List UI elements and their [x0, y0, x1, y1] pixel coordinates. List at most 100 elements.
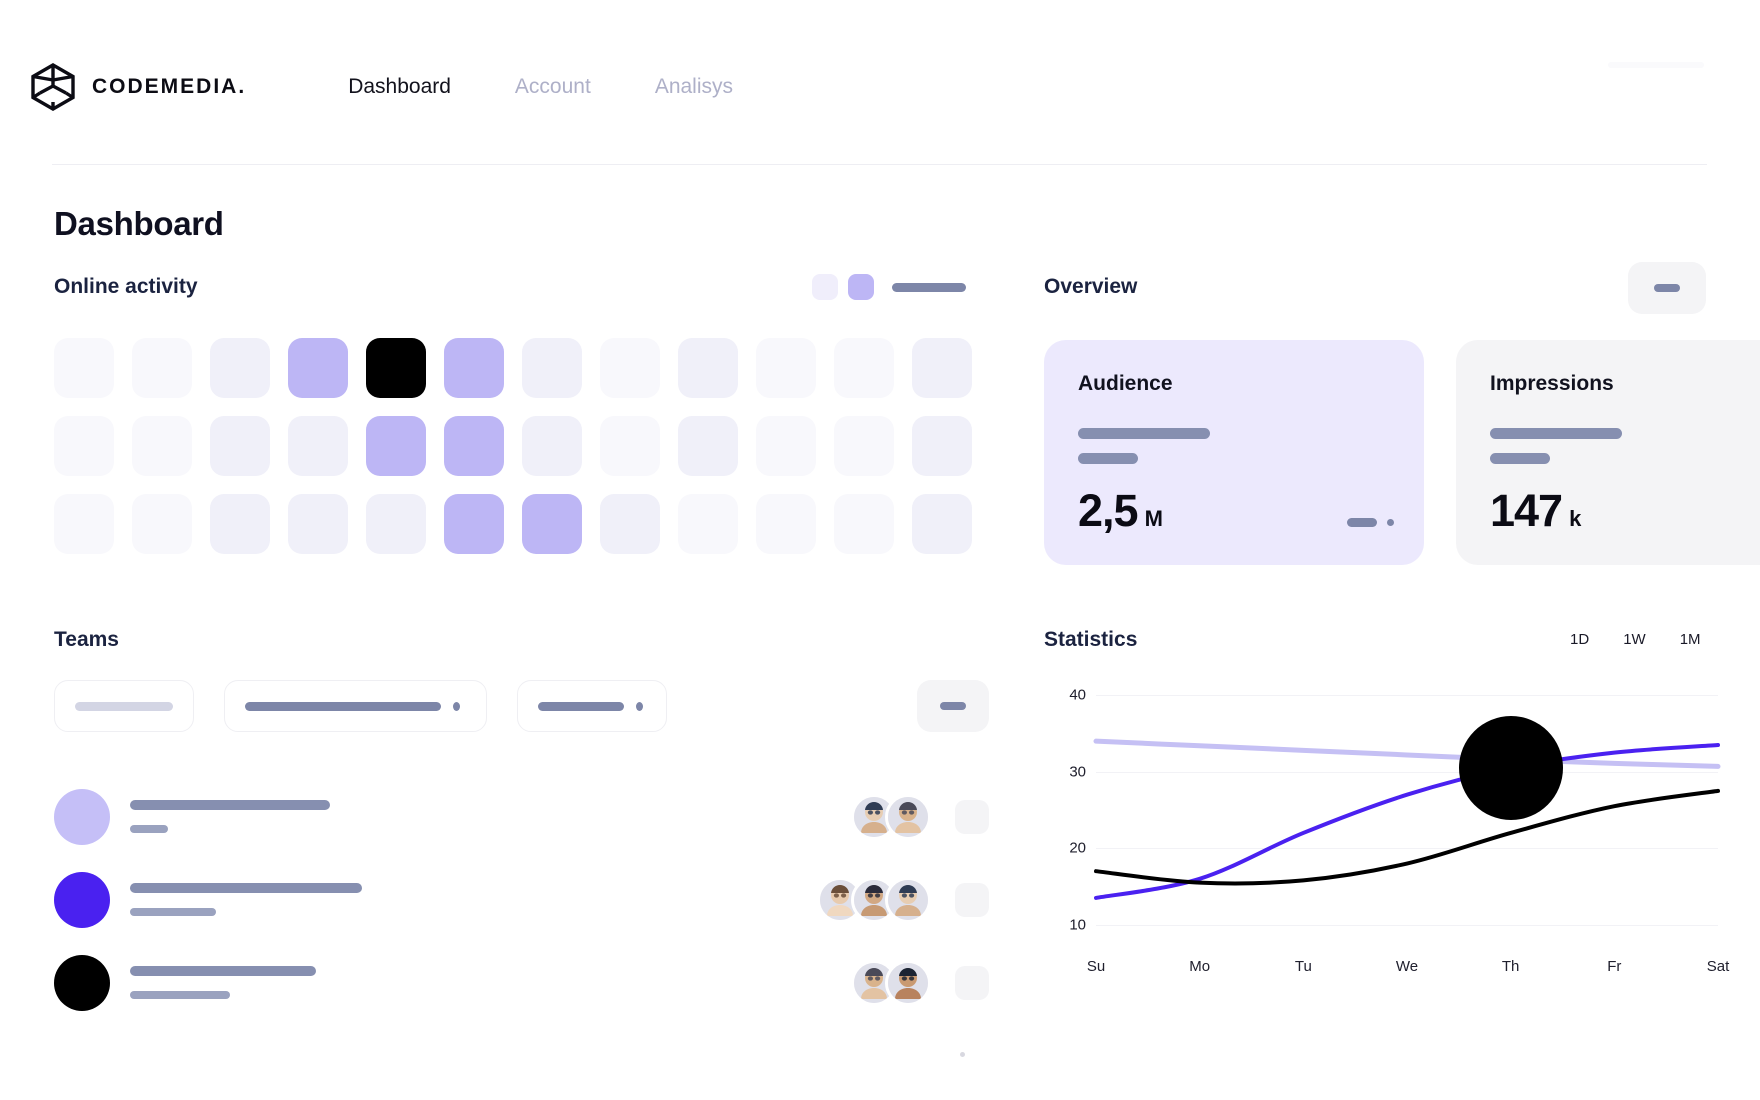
activity-cell[interactable] [522, 338, 582, 398]
activity-cell[interactable] [210, 416, 270, 476]
teams-filter-chips [54, 680, 667, 732]
activity-cell[interactable] [132, 494, 192, 554]
team-row-action[interactable] [955, 800, 989, 834]
activity-cell[interactable] [522, 494, 582, 554]
teams-filter-chip-2[interactable] [224, 680, 487, 732]
range-tab-1m[interactable]: 1M [1680, 631, 1701, 648]
activity-cell[interactable] [444, 494, 504, 554]
activity-cell[interactable] [366, 494, 426, 554]
chart-x-tick-label: Mo [1189, 958, 1210, 975]
team-row[interactable] [54, 941, 989, 1024]
avatar[interactable] [885, 877, 931, 923]
team-avatar-stack [817, 877, 931, 923]
card-title: Impressions [1490, 372, 1760, 396]
nav-item-account[interactable]: Account [483, 75, 623, 99]
activity-cell[interactable] [444, 416, 504, 476]
range-tab-1d[interactable]: 1D [1570, 631, 1589, 648]
activity-cell[interactable] [132, 338, 192, 398]
card-value-unit: k [1569, 506, 1580, 537]
card-value-unit: M [1145, 506, 1162, 537]
team-name-bar [130, 966, 316, 976]
nav-item-dashboard[interactable]: Dashboard [316, 75, 483, 99]
teams-filter-chip-1[interactable] [54, 680, 194, 732]
activity-cell[interactable] [366, 338, 426, 398]
footer-dot [960, 1052, 965, 1057]
activity-cell[interactable] [600, 416, 660, 476]
activity-cell[interactable] [756, 338, 816, 398]
activity-cell[interactable] [834, 416, 894, 476]
activity-cell[interactable] [756, 494, 816, 554]
activity-cell[interactable] [444, 338, 504, 398]
chart-y-tick-label: 10 [1069, 916, 1086, 933]
page-title: Dashboard [54, 205, 224, 243]
activity-cell[interactable] [912, 494, 972, 554]
range-tab-1w[interactable]: 1W [1623, 631, 1646, 648]
statistics-chart: 40302010 SuMoTuWeThFrSat [1040, 680, 1718, 1000]
activity-cell[interactable] [600, 338, 660, 398]
card-meta [1347, 518, 1394, 527]
activity-cell[interactable] [288, 338, 348, 398]
avatar[interactable] [885, 794, 931, 840]
activity-cell[interactable] [678, 338, 738, 398]
card-skeleton-short [1490, 453, 1550, 464]
activity-cell[interactable] [54, 338, 114, 398]
teams-filter-chip-3[interactable] [517, 680, 667, 732]
chart-x-tick-label: Tu [1295, 958, 1312, 975]
team-color-dot [54, 872, 110, 928]
activity-cell[interactable] [912, 338, 972, 398]
activity-cell[interactable] [834, 338, 894, 398]
activity-cell[interactable] [288, 494, 348, 554]
chart-y-tick-label: 20 [1069, 840, 1086, 857]
chart-y-tick-label: 40 [1069, 687, 1086, 704]
teams-action-glyph [940, 702, 966, 710]
card-skeleton-short [1078, 453, 1138, 464]
team-row[interactable] [54, 775, 989, 858]
activity-cell[interactable] [54, 416, 114, 476]
chart-y-tick-label: 30 [1069, 763, 1086, 780]
activity-cell[interactable] [600, 494, 660, 554]
app-header: CODEMEDIA. Dashboard Account Analisys [0, 0, 1760, 168]
overview-action-button[interactable] [1628, 262, 1706, 314]
activity-cell[interactable] [678, 494, 738, 554]
chart-x-tick-label: Th [1502, 958, 1520, 975]
activity-cell[interactable] [522, 416, 582, 476]
overview-card-audience[interactable]: Audience 2,5 M [1044, 340, 1424, 565]
teams-action-button[interactable] [917, 680, 989, 732]
chart-y-axis: 40 30 20 10 [1040, 680, 1086, 940]
avatar[interactable] [885, 960, 931, 1006]
chip-label-bar [75, 702, 173, 711]
chevron-down-icon [636, 702, 643, 711]
card-meta-dot [1387, 519, 1394, 526]
chart-data-point-marker[interactable] [1459, 716, 1563, 820]
activity-cell[interactable] [54, 494, 114, 554]
activity-cell[interactable] [366, 416, 426, 476]
team-row[interactable] [54, 858, 989, 941]
team-subtitle-bar [130, 825, 168, 833]
nav-item-analisys[interactable]: Analisys [623, 75, 765, 99]
card-value: 2,5 M [1078, 485, 1162, 537]
team-row-action[interactable] [955, 966, 989, 1000]
cube-hexagon-icon [28, 62, 78, 112]
activity-cell[interactable] [132, 416, 192, 476]
brand-logo[interactable]: CODEMEDIA. [28, 62, 246, 112]
team-row-action[interactable] [955, 883, 989, 917]
legend-label-bar [892, 283, 966, 292]
activity-cell[interactable] [210, 338, 270, 398]
activity-cell[interactable] [756, 416, 816, 476]
chip-label-bar [538, 702, 624, 711]
online-activity-legend [812, 274, 966, 300]
activity-cell[interactable] [288, 416, 348, 476]
statistics-range-tabs: 1D 1W 1M [1570, 631, 1701, 648]
overview-card-impressions[interactable]: Impressions 147 k [1456, 340, 1760, 565]
brand-wordmark: CODEMEDIA. [92, 75, 246, 99]
activity-cell[interactable] [912, 416, 972, 476]
dashboard-app: CODEMEDIA. Dashboard Account Analisys Da… [0, 0, 1760, 1100]
team-text-placeholder [130, 966, 851, 999]
chart-series-trend-black [1096, 791, 1718, 884]
activity-cell[interactable] [210, 494, 270, 554]
main-nav: Dashboard Account Analisys [316, 75, 765, 99]
activity-cell[interactable] [678, 416, 738, 476]
overview-heading: Overview [1044, 275, 1137, 299]
activity-cell[interactable] [834, 494, 894, 554]
chart-lines [1096, 680, 1718, 970]
